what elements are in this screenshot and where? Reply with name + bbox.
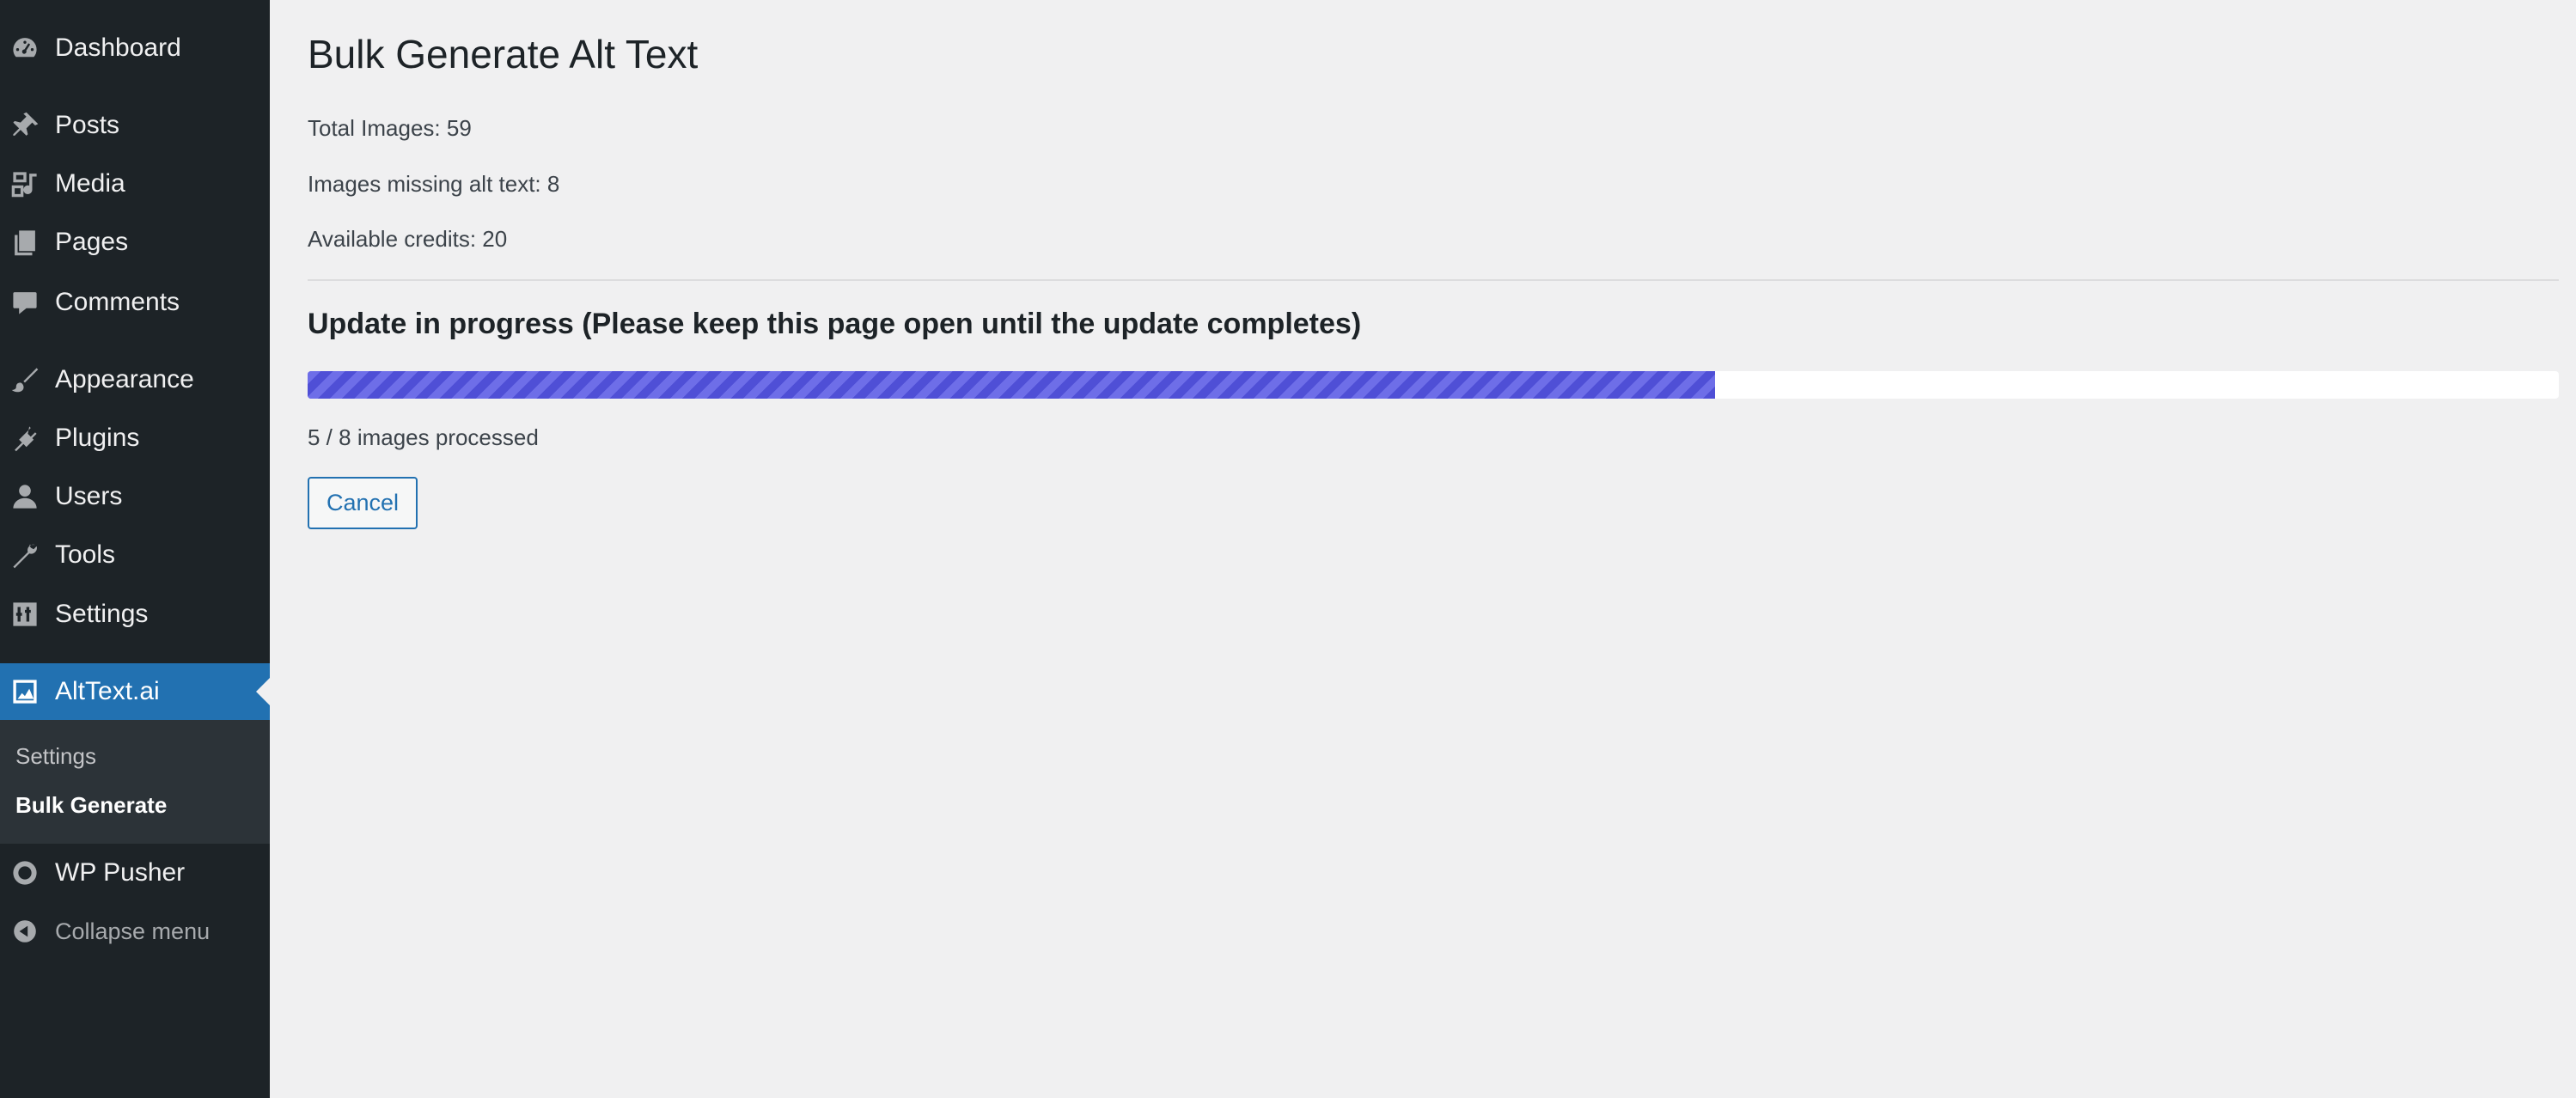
sidebar-item-label: Pages bbox=[55, 228, 129, 256]
admin-sidebar: Dashboard Posts Media Pages Comments App… bbox=[0, 0, 270, 1098]
sidebar-item-label: Comments bbox=[55, 288, 180, 316]
sidebar-item-label: Plugins bbox=[55, 424, 140, 452]
page-title: Bulk Generate Alt Text bbox=[308, 32, 699, 76]
pages-icon bbox=[9, 226, 41, 259]
missing-alt-text: Images missing alt text: 8 bbox=[308, 171, 560, 197]
sidebar-item-label: Appearance bbox=[55, 365, 194, 393]
section-divider bbox=[308, 279, 2559, 281]
pin-icon bbox=[9, 109, 41, 142]
circle-icon bbox=[9, 857, 41, 889]
sidebar-item-label: WP Pusher bbox=[55, 858, 186, 887]
sidebar-item-pages[interactable]: Pages bbox=[0, 225, 270, 259]
sidebar-item-tools[interactable]: Tools bbox=[0, 538, 270, 572]
collapse-menu-label: Collapse menu bbox=[55, 918, 211, 944]
sidebar-item-settings[interactable]: Settings bbox=[0, 597, 270, 631]
sidebar-item-label: Media bbox=[55, 169, 125, 198]
main-content: Bulk Generate Alt Text Total Images: 59 … bbox=[308, 0, 2559, 1098]
progress-bar-fill bbox=[308, 371, 1715, 399]
progress-bar bbox=[308, 371, 2559, 399]
image-icon bbox=[9, 675, 41, 708]
sidebar-item-alttext-ai[interactable]: AltText.ai bbox=[0, 663, 270, 720]
sidebar-item-dashboard[interactable]: Dashboard bbox=[0, 31, 270, 65]
settings-icon bbox=[9, 598, 41, 631]
progress-status-text: 5 / 8 images processed bbox=[308, 424, 539, 450]
sidebar-item-label: Tools bbox=[55, 540, 116, 569]
total-images-text: Total Images: 59 bbox=[308, 115, 472, 141]
cancel-button[interactable]: Cancel bbox=[308, 477, 418, 529]
wrench-icon bbox=[9, 539, 41, 571]
sidebar-item-posts[interactable]: Posts bbox=[0, 108, 270, 143]
sidebar-item-plugins[interactable]: Plugins bbox=[0, 421, 270, 455]
sidebar-item-label: AltText.ai bbox=[55, 677, 160, 705]
collapse-menu-button[interactable]: Collapse menu bbox=[0, 914, 270, 949]
sidebar-item-wp-pusher[interactable]: WP Pusher bbox=[0, 856, 270, 890]
progress-heading: Update in progress (Please keep this pag… bbox=[308, 308, 1362, 340]
sidebar-item-comments[interactable]: Comments bbox=[0, 285, 270, 320]
sidebar-item-users[interactable]: Users bbox=[0, 479, 270, 514]
media-icon bbox=[9, 168, 41, 200]
sidebar-item-media[interactable]: Media bbox=[0, 167, 270, 201]
sidebar-item-label: Posts bbox=[55, 111, 120, 139]
brush-icon bbox=[9, 363, 41, 396]
submenu-item-bulk-generate[interactable]: Bulk Generate bbox=[15, 792, 167, 819]
submenu-item-settings[interactable]: Settings bbox=[15, 743, 96, 770]
alttext-submenu: Settings Bulk Generate bbox=[0, 720, 270, 844]
available-credits-text: Available credits: 20 bbox=[308, 226, 508, 252]
sidebar-item-label: Users bbox=[55, 482, 123, 510]
comment-icon bbox=[9, 286, 41, 319]
sidebar-item-appearance[interactable]: Appearance bbox=[0, 363, 270, 397]
dashboard-icon bbox=[9, 32, 41, 64]
sidebar-item-label: Settings bbox=[55, 600, 149, 628]
collapse-arrow-icon bbox=[9, 915, 41, 948]
current-menu-pointer bbox=[256, 678, 270, 705]
user-icon bbox=[9, 480, 41, 513]
sidebar-item-label: Dashboard bbox=[55, 34, 181, 62]
plugin-icon bbox=[9, 422, 41, 454]
